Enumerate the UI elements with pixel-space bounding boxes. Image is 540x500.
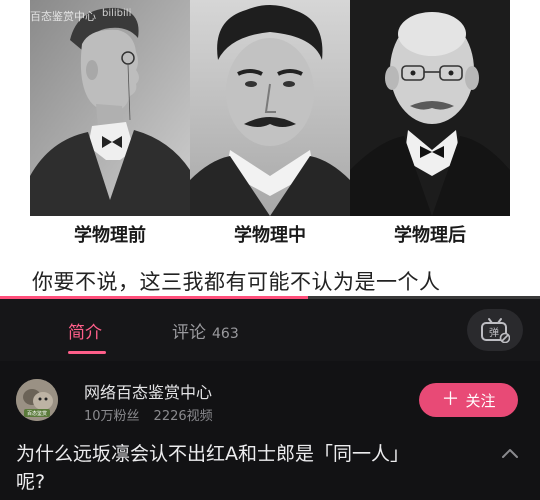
video-frame <box>30 0 510 216</box>
avatar-label: 百态鉴赏 <box>27 410 47 417</box>
danmaku-toggle-button[interactable]: 弹 <box>467 309 523 351</box>
bilibili-logo: bilibili <box>102 8 132 19</box>
video-title-line-1: 为什么远坂凛会认不出红A和士郎是「同一人」 <box>16 443 409 465</box>
video-subtitle: 你要不说，这三我都有可能不认为是一个人 <box>32 270 441 294</box>
image-captions: 学物理前 学物理中 学物理后 <box>30 222 510 250</box>
follow-button-label: 关注 <box>465 391 496 410</box>
tab-intro[interactable]: 简介 <box>68 318 102 343</box>
tab-comments-label: 评论 <box>172 323 206 343</box>
follow-button[interactable]: ＋ 关注 <box>419 383 518 417</box>
uploader-stats: 10万粉丝 2226视频 <box>84 405 213 424</box>
portrait-middle-image <box>190 0 350 216</box>
tab-bar: 简介 评论 463 弹 <box>0 299 540 361</box>
caption-during: 学物理中 <box>234 225 306 246</box>
uploader-name[interactable]: 网络百态鉴赏中心 <box>84 379 212 403</box>
tab-intro-label: 简介 <box>68 323 102 343</box>
video-watermark: 百态鉴赏中心 <box>30 10 96 23</box>
video-player[interactable]: 百态鉴赏中心 bilibili 学物理前 学物理中 学物理后 你要不说，这三我都… <box>0 0 540 298</box>
video-title-line-2: 呢? <box>16 471 46 493</box>
avatar[interactable]: 百态鉴赏 <box>16 379 58 421</box>
tab-comments[interactable]: 评论 463 <box>172 318 239 343</box>
uploader-card: 百态鉴赏 网络百态鉴赏中心 10万粉丝 2226视频 ＋ 关注 <box>0 361 540 439</box>
caption-after: 学物理后 <box>394 225 466 246</box>
caption-before: 学物理前 <box>74 225 146 246</box>
active-tab-indicator <box>68 351 106 354</box>
video-count: 2226视频 <box>153 409 213 424</box>
follower-count: 10万粉丝 <box>84 409 140 424</box>
comment-count: 463 <box>212 326 239 342</box>
danmaku-toggle-icon: 弹 <box>481 318 510 343</box>
portrait-older-image <box>350 0 510 216</box>
plus-icon: ＋ <box>441 389 460 410</box>
video-title: 为什么远坂凛会认不出红A和士郎是「同一人」 呢? <box>16 440 486 496</box>
chevron-up-icon[interactable] <box>500 446 520 460</box>
portrait-young-image <box>30 0 190 216</box>
danmaku-glyph: 弹 <box>489 326 499 339</box>
